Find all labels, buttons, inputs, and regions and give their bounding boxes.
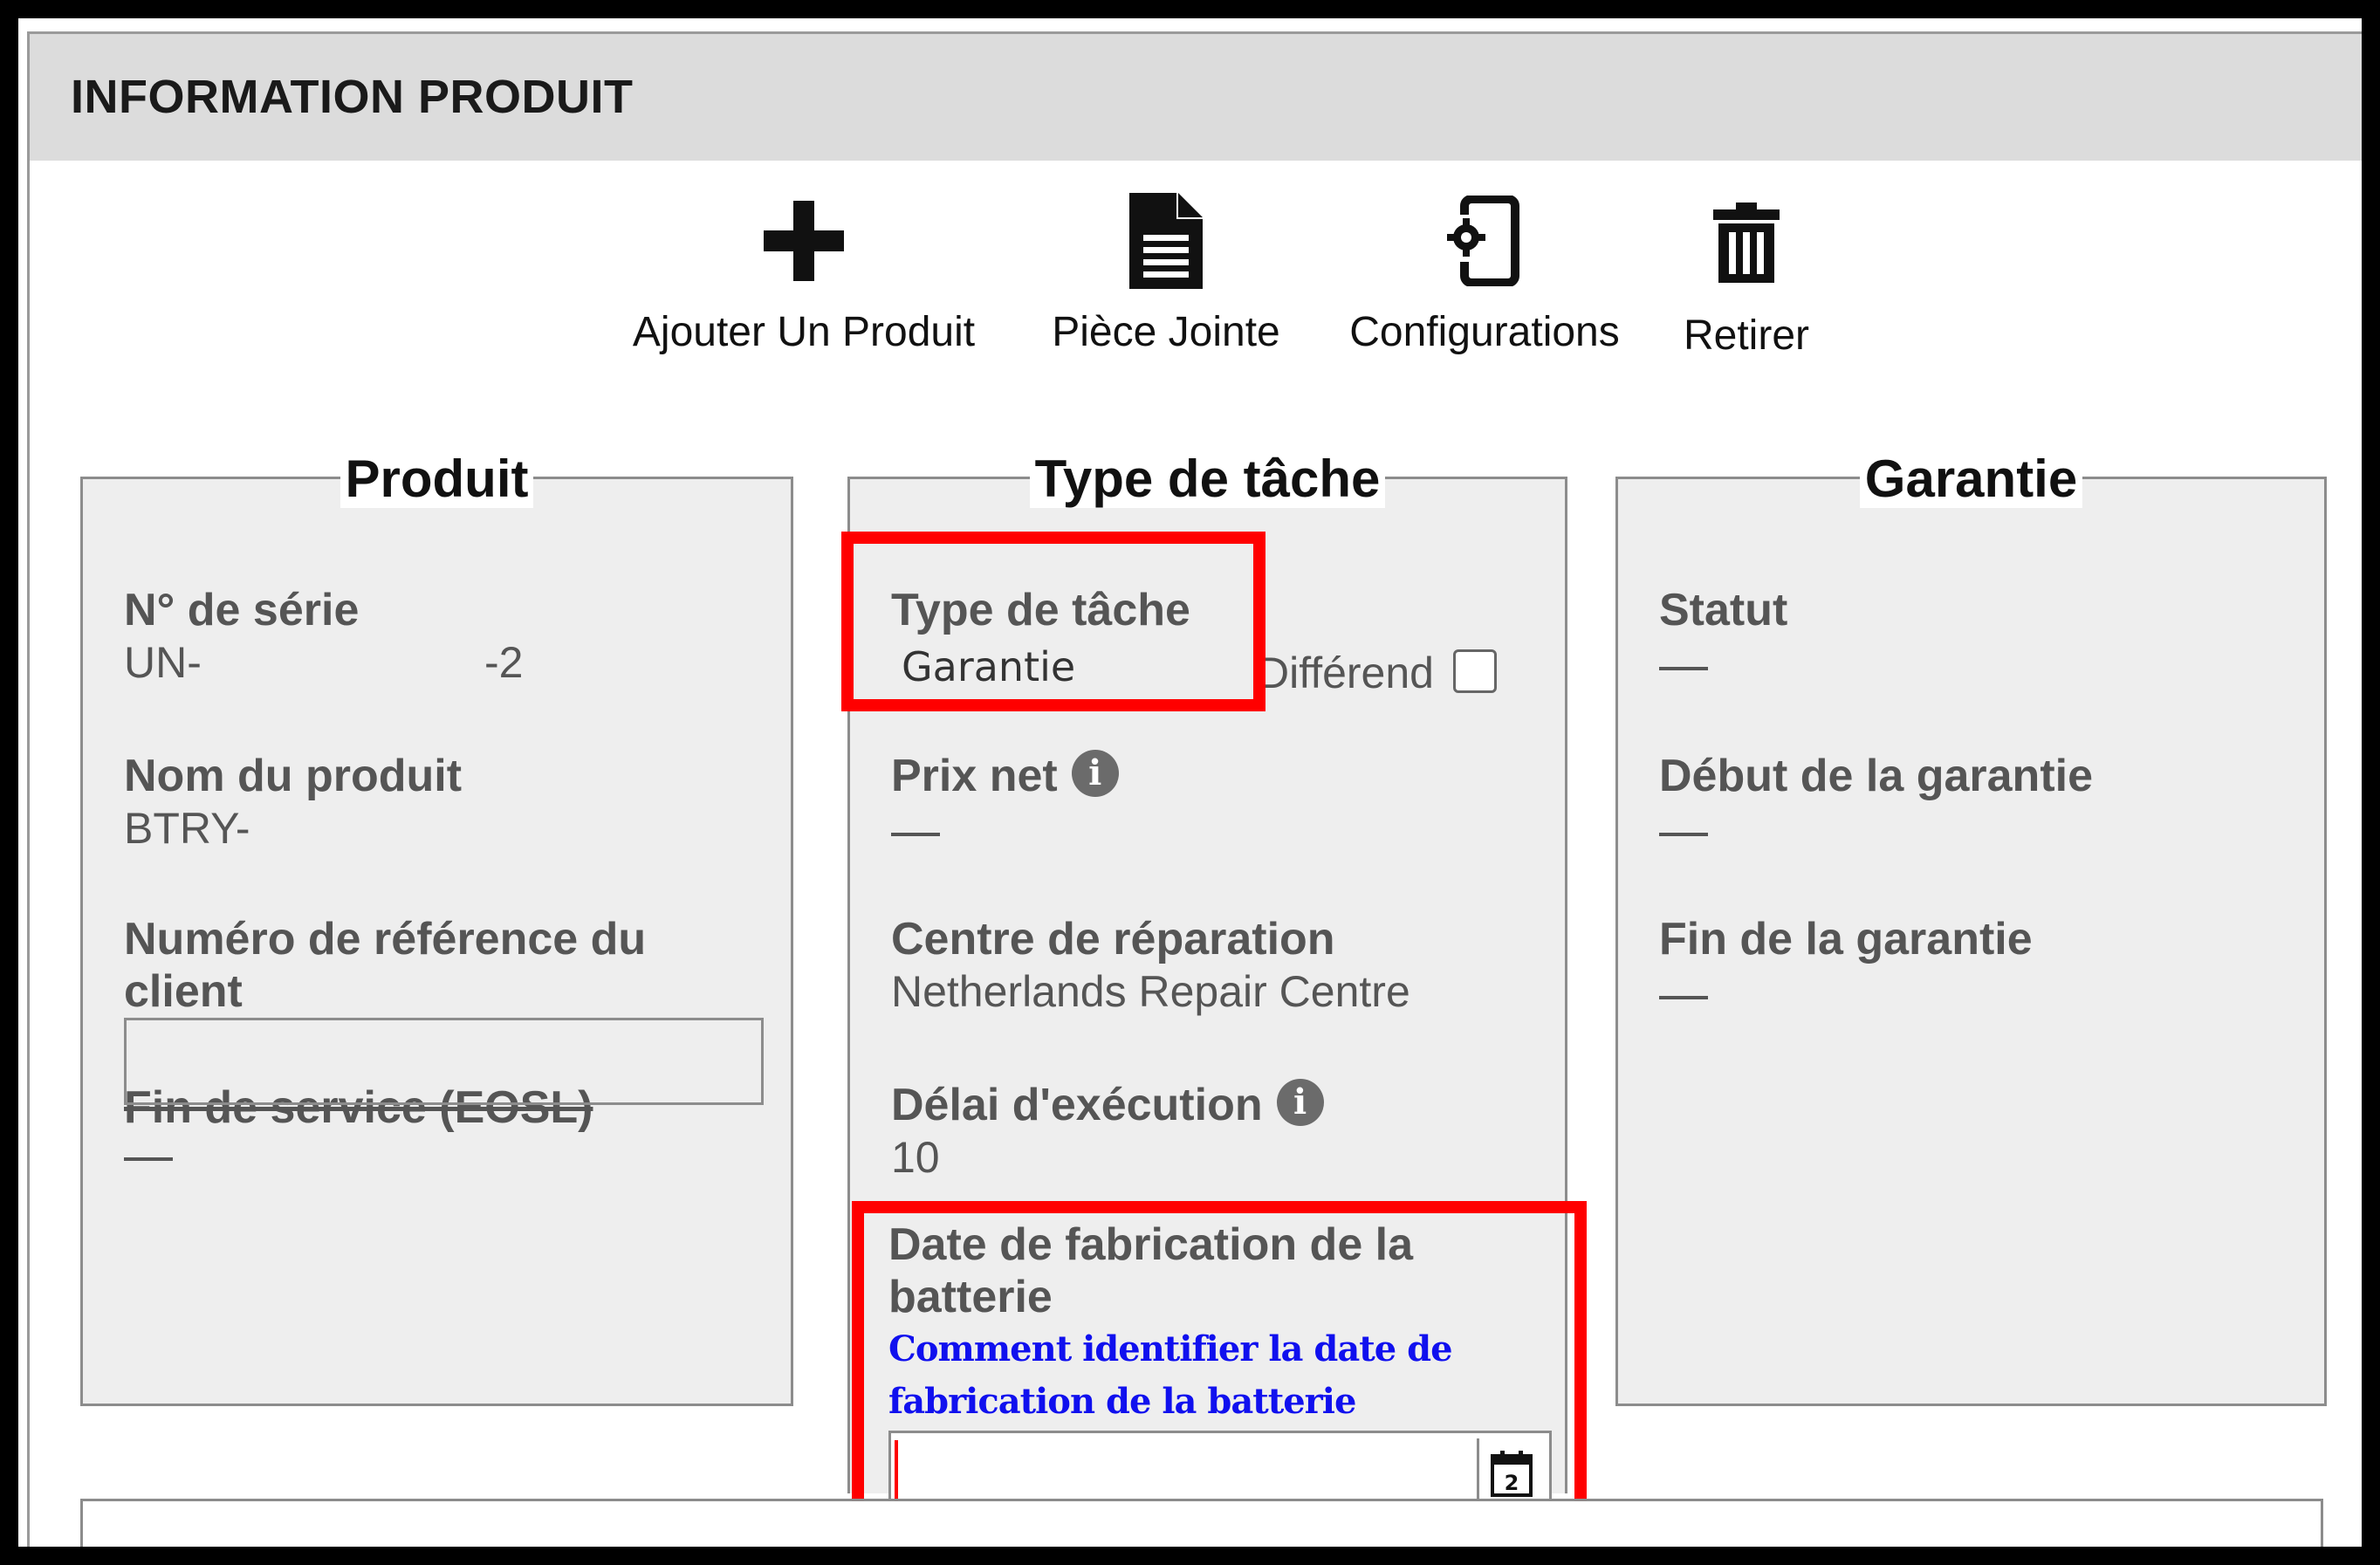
remove-label: Retirer (1683, 312, 1810, 359)
serial-suffix: -2 (484, 638, 524, 687)
customer-ref-label: Numéro de référence du client (124, 914, 647, 1017)
dispute-checkbox[interactable] (1453, 649, 1497, 693)
product-name-value: BTRY- (124, 804, 250, 853)
product-panel: Produit N° de série UN- -2 Nom du produi… (80, 450, 793, 1406)
serial-prefix: UN- (124, 638, 202, 687)
repair-centre-label: Centre de réparation (891, 914, 1335, 964)
add-product-button[interactable]: Ajouter Un Produit (607, 184, 1000, 356)
task-legend: Type de tâche (850, 446, 1565, 512)
warranty-panel: Garantie Statut Début de la garantie Fin… (1615, 450, 2327, 1406)
product-legend: Produit (83, 446, 791, 512)
repair-centre-value: Netherlands Repair Centre (891, 967, 1410, 1016)
device-gear-icon (1319, 184, 1650, 298)
task-type-highlight (841, 532, 1265, 711)
eosl-value (124, 1157, 173, 1161)
warranty-legend: Garantie (1618, 446, 2324, 512)
product-info-page: INFORMATION PRODUIT Ajouter Un Produit P… (18, 18, 2362, 1547)
info-icon[interactable]: i (1276, 1079, 1324, 1127)
product-name-label: Nom du produit (124, 751, 463, 801)
section-title: INFORMATION PRODUIT (71, 71, 634, 123)
trash-icon (1659, 184, 1834, 298)
section-header: INFORMATION PRODUIT (27, 31, 2362, 161)
net-price-label: Prix net i (891, 750, 1119, 802)
dispute-label: Différend (1258, 649, 1434, 697)
status-value (1659, 667, 1708, 670)
next-section-panel (80, 1499, 2323, 1547)
remove-button[interactable]: Retirer (1659, 184, 1834, 360)
info-icon[interactable]: i (1071, 750, 1119, 798)
status-label: Statut (1659, 585, 1788, 635)
attachment-button[interactable]: Pièce Jointe (1026, 184, 1306, 356)
warranty-end-value (1659, 996, 1708, 999)
lead-time-value: 10 (891, 1133, 940, 1182)
document-icon (1026, 184, 1306, 298)
battery-date-highlight (852, 1201, 1587, 1547)
lead-time-label: Délai d'exécution i (891, 1079, 1324, 1131)
plus-icon (607, 184, 1000, 298)
net-price-value (891, 833, 940, 836)
configurations-button[interactable]: Configurations (1319, 184, 1650, 356)
warranty-end-label: Fin de la garantie (1659, 914, 2033, 964)
serial-label: N° de série (124, 585, 360, 635)
add-product-label: Ajouter Un Produit (632, 309, 976, 355)
attachment-label: Pièce Jointe (1052, 309, 1280, 355)
left-border (27, 31, 30, 1547)
customer-ref-input[interactable] (124, 1018, 764, 1105)
warranty-start-value (1659, 833, 1708, 836)
configurations-label: Configurations (1349, 309, 1620, 355)
warranty-start-label: Début de la garantie (1659, 751, 2093, 801)
